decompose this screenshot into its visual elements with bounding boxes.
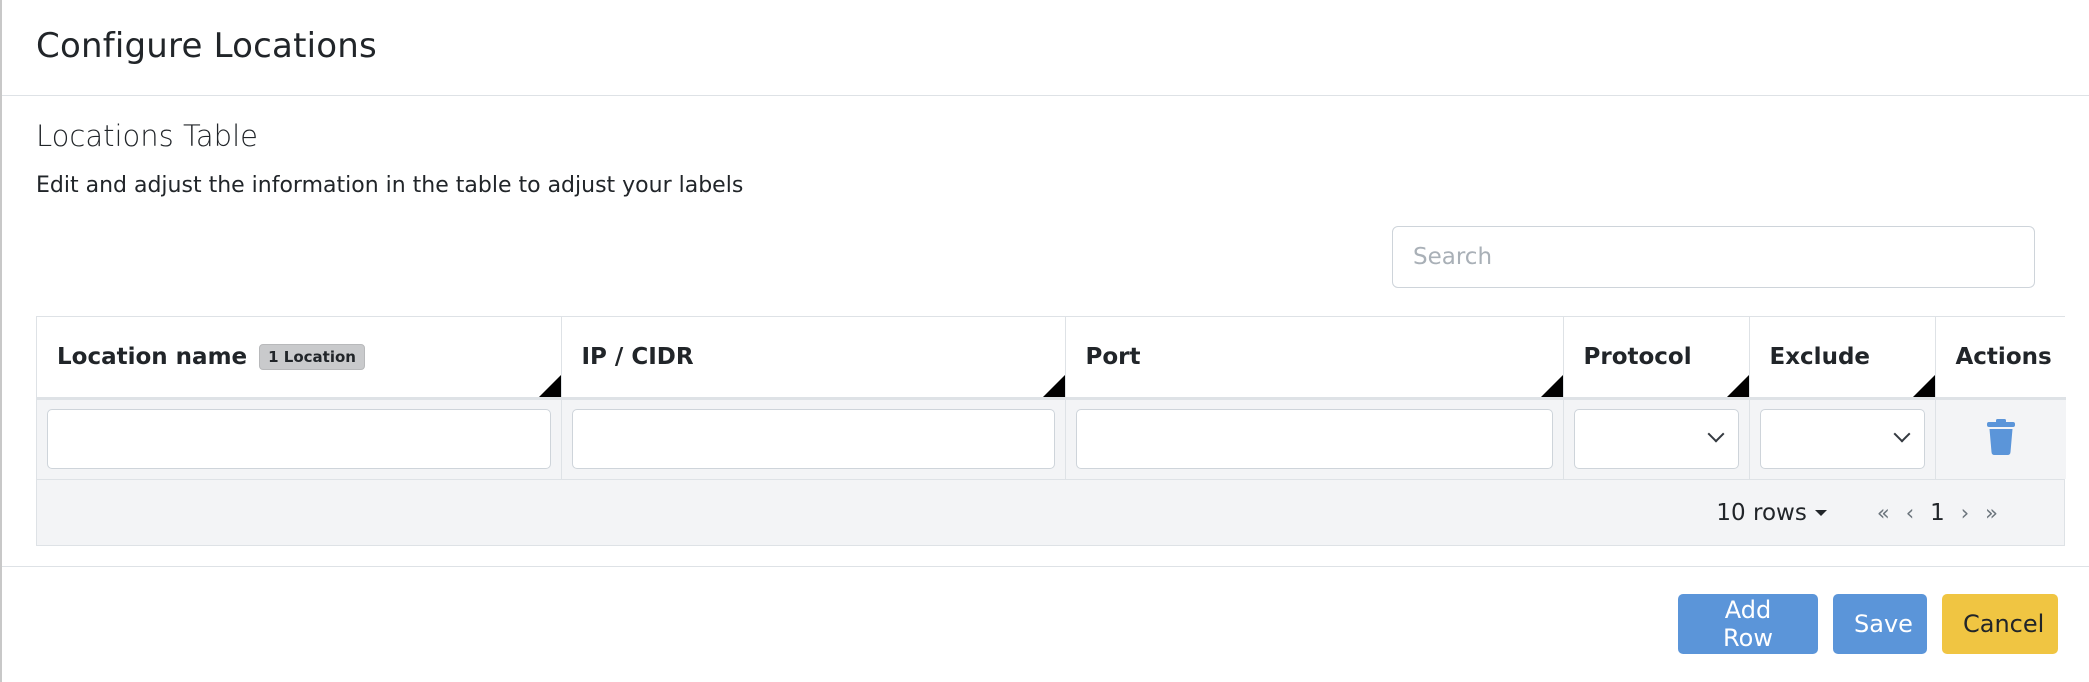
location-count-badge: 1 Location bbox=[259, 343, 365, 370]
column-header-label: Protocol bbox=[1583, 343, 1692, 370]
cancel-button[interactable]: Cancel bbox=[1942, 594, 2058, 654]
modal-footer: Add Row Save Cancel bbox=[2, 567, 2089, 654]
configure-locations-modal: Configure Locations Locations Table Edit… bbox=[0, 0, 2089, 682]
rows-per-page-dropdown[interactable]: 10 rows bbox=[1716, 499, 1827, 526]
prev-page-button[interactable]: ‹ bbox=[1906, 501, 1914, 525]
sort-corner-icon[interactable] bbox=[1912, 374, 1935, 397]
add-row-button[interactable]: Add Row bbox=[1678, 594, 1818, 654]
location-name-input[interactable] bbox=[47, 409, 551, 470]
sort-corner-icon[interactable] bbox=[1042, 374, 1065, 397]
first-page-button[interactable]: « bbox=[1877, 501, 1890, 525]
table-pagination-bar: 10 rows « ‹ 1 › » bbox=[37, 479, 2064, 545]
column-header-port[interactable]: Port bbox=[1065, 317, 1564, 400]
cell-port bbox=[1065, 398, 1564, 479]
column-header-label: Actions bbox=[1955, 343, 2052, 370]
save-button[interactable]: Save bbox=[1833, 594, 1927, 654]
column-header-location-name[interactable]: Location name 1 Location bbox=[37, 317, 562, 400]
table-row bbox=[37, 398, 2066, 479]
rows-per-page-label: 10 rows bbox=[1716, 499, 1807, 526]
pagination: « ‹ 1 › » bbox=[1869, 500, 2006, 526]
column-header-actions: Actions bbox=[1935, 317, 2066, 400]
column-header-label: IP / CIDR bbox=[581, 343, 694, 370]
section-description: Edit and adjust the information in the t… bbox=[36, 173, 744, 198]
sort-corner-icon[interactable] bbox=[1726, 374, 1749, 397]
chevron-down-icon bbox=[1893, 425, 1910, 443]
caret-down-icon bbox=[1814, 509, 1827, 516]
last-page-button[interactable]: » bbox=[1985, 501, 1998, 525]
column-header-exclude[interactable]: Exclude bbox=[1749, 317, 1936, 400]
current-page[interactable]: 1 bbox=[1930, 500, 1945, 526]
cell-actions bbox=[1935, 398, 2066, 479]
cell-exclude bbox=[1749, 398, 1936, 479]
table-header-row: Location name 1 Location IP / CIDR Port bbox=[37, 317, 2066, 400]
column-header-label: Exclude bbox=[1769, 343, 1871, 370]
cell-location-name bbox=[37, 398, 562, 479]
chevron-down-icon bbox=[1707, 425, 1724, 443]
section-title: Locations Table bbox=[36, 119, 258, 153]
modal-header: Configure Locations bbox=[2, 0, 2089, 96]
column-header-label: Location name bbox=[57, 343, 248, 370]
next-page-button[interactable]: › bbox=[1961, 501, 1969, 525]
search-wrapper bbox=[36, 226, 2035, 288]
port-input[interactable] bbox=[1075, 409, 1553, 470]
modal-title: Configure Locations bbox=[36, 26, 377, 66]
ip-cidr-input[interactable] bbox=[571, 409, 1055, 470]
cell-ip-cidr bbox=[561, 398, 1066, 479]
column-header-ip-cidr[interactable]: IP / CIDR bbox=[561, 317, 1066, 400]
search-input[interactable] bbox=[1392, 226, 2035, 288]
locations-table: Location name 1 Location IP / CIDR Port bbox=[36, 316, 2066, 546]
sort-corner-icon[interactable] bbox=[1540, 374, 1563, 397]
modal-body: Locations Table Edit and adjust the info… bbox=[2, 96, 2089, 546]
column-header-label: Port bbox=[1085, 343, 1141, 370]
cell-protocol bbox=[1563, 398, 1750, 479]
column-header-protocol[interactable]: Protocol bbox=[1563, 317, 1750, 400]
protocol-select[interactable] bbox=[1573, 409, 1739, 470]
trash-icon[interactable] bbox=[1986, 419, 2015, 456]
exclude-select[interactable] bbox=[1759, 409, 1925, 470]
sort-corner-icon[interactable] bbox=[538, 374, 561, 397]
